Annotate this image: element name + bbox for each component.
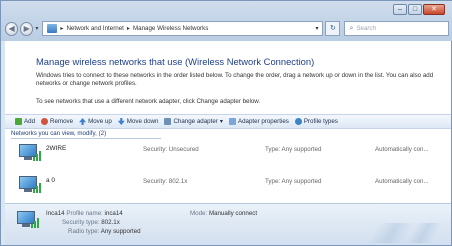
adapter-instructions: To see networks that use a different net… — [36, 98, 261, 105]
title-bar: – □ ✕ ◀ ▶ ▾ ▸ Network and Internet ▸ Man… — [1, 1, 452, 41]
refresh-button[interactable]: ↻ — [325, 21, 341, 36]
address-separator-icon[interactable]: ▸ — [127, 25, 130, 32]
move-up-button[interactable]: Move up — [79, 118, 112, 125]
control-panel-icon — [47, 24, 58, 33]
network-name: 2WIRE — [46, 145, 67, 152]
breadcrumb-network-and-internet[interactable]: Network and Internet — [66, 25, 123, 32]
radio-type-value: Any supported — [100, 228, 141, 235]
network-security: Security: 802.1x — [143, 178, 188, 185]
network-connect-mode: Automatically con... — [375, 146, 429, 153]
back-button[interactable]: ◀ — [5, 21, 19, 36]
details-security-line: Security type: 802.1x — [62, 219, 120, 226]
network-type: Type: Any supported — [265, 178, 322, 185]
network-list-item[interactable]: a 0 Security: 802.1x Type: Any supported… — [5, 171, 451, 197]
details-radio-line: Radio type: Any supported — [68, 228, 141, 235]
details-network-name: Inca14 — [46, 210, 65, 217]
minimize-button[interactable]: – — [393, 4, 407, 15]
search-icon: ⌕ — [349, 24, 354, 32]
move-down-button[interactable]: Move down — [117, 118, 159, 125]
chevron-down-icon: ▾ — [219, 118, 223, 125]
details-pane: Inca14 Profile name: inca14 Mode: Manual… — [5, 203, 451, 245]
manage-wireless-networks-window: – □ ✕ ◀ ▶ ▾ ▸ Network and Internet ▸ Man… — [0, 0, 452, 246]
network-group-header[interactable]: Networks you can view, modify, (2) — [11, 130, 161, 139]
remove-button[interactable]: Remove — [41, 118, 73, 125]
adapter-properties-button-label: Adapter properties — [237, 118, 289, 125]
adapter-icon — [164, 118, 172, 125]
profile-name-value: inca14 — [104, 210, 123, 217]
maximize-button[interactable]: □ — [408, 4, 422, 15]
change-adapter-button-label: Change adapter — [173, 118, 218, 125]
remove-icon — [41, 118, 49, 125]
close-button[interactable]: ✕ — [423, 4, 445, 15]
command-toolbar: Add Remove Move up Move down Change adap… — [5, 114, 451, 129]
network-list-item[interactable]: 2WIRE Security: Unsecured Type: Any supp… — [5, 139, 451, 165]
add-icon — [15, 118, 22, 125]
network-security: Security: Unsecured — [143, 146, 199, 153]
address-separator-icon[interactable]: ▸ — [60, 25, 63, 32]
page-title: Manage wireless networks that use (Wirel… — [36, 56, 315, 67]
profile-types-button[interactable]: Profile types — [294, 118, 338, 125]
recent-pages-dropdown-icon[interactable]: ▾ — [35, 25, 38, 32]
security-type-value: 802.1x — [101, 219, 120, 226]
details-mode-line: Mode: Manually connect — [190, 210, 257, 217]
network-type: Type: Any supported — [265, 146, 322, 153]
move-up-button-label: Move up — [88, 118, 112, 125]
move-down-button-label: Move down — [126, 118, 159, 125]
security-type-label: Security type: — [62, 219, 100, 226]
change-adapter-button[interactable]: Change adapter ▾ — [164, 118, 223, 125]
mode-value: Manually connect — [208, 210, 258, 217]
search-input[interactable]: ⌕ Search — [344, 21, 450, 36]
profile-types-button-label: Profile types — [303, 118, 338, 125]
profile-types-icon — [294, 118, 302, 125]
network-connect-mode: Automatically con... — [375, 178, 429, 185]
adapter-properties-button[interactable]: Adapter properties — [228, 118, 289, 125]
properties-icon — [228, 118, 236, 125]
profile-name-label: Profile name: — [66, 210, 103, 217]
content-pane: Manage wireless networks that use (Wirel… — [5, 41, 451, 245]
wireless-network-icon — [19, 174, 41, 194]
forward-button[interactable]: ▶ — [20, 21, 34, 36]
arrow-down-icon — [117, 118, 125, 125]
breadcrumb-manage-wireless-networks[interactable]: Manage Wireless Networks — [133, 25, 208, 32]
window-controls: – □ ✕ — [393, 4, 445, 15]
address-bar[interactable]: ▸ Network and Internet ▸ Manage Wireless… — [42, 21, 324, 36]
search-placeholder: Search — [356, 25, 377, 32]
navigation-bar: ◀ ▶ ▾ ▸ Network and Internet ▸ Manage Wi… — [5, 20, 450, 37]
address-history-dropdown-icon[interactable]: ▾ — [315, 25, 318, 32]
details-name-line: Inca14 Profile name: inca14 — [46, 210, 123, 217]
wireless-network-icon — [19, 142, 41, 162]
background-watermark — [361, 223, 441, 243]
add-button-label: Add — [24, 118, 36, 125]
wireless-network-icon — [17, 209, 39, 229]
mode-label: Mode: — [190, 210, 208, 217]
radio-type-label: Radio type: — [68, 228, 100, 235]
add-button[interactable]: Add — [15, 118, 35, 125]
arrow-up-icon — [79, 118, 87, 125]
remove-button-label: Remove — [50, 118, 74, 125]
order-instructions: Windows tries to connect to these networ… — [36, 72, 434, 87]
network-name: a 0 — [46, 177, 55, 184]
